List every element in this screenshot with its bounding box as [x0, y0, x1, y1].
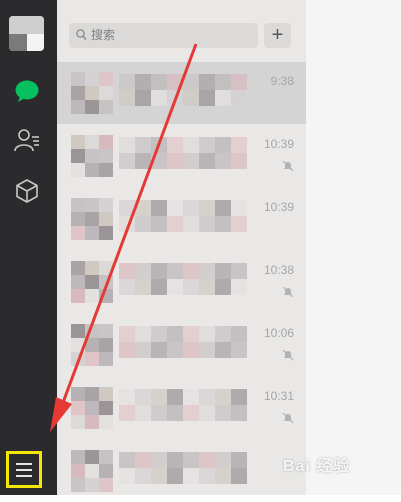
chat-icon[interactable]	[13, 77, 41, 105]
search-input[interactable]: 搜索	[69, 23, 258, 48]
chat-time: 10:31	[263, 389, 294, 403]
chat-row[interactable]: 10:39	[57, 188, 306, 250]
watermark: Bai 经验	[283, 458, 351, 475]
chat-avatar	[71, 324, 113, 366]
mute-bell-icon	[282, 412, 294, 424]
chat-avatar	[71, 450, 113, 492]
chat-list-pane: 搜索 + 9:38 10:39 10:39 10:38 10:06 10:31	[57, 0, 306, 495]
chat-time: 10:39	[263, 137, 294, 151]
chat-content-pane	[306, 0, 401, 495]
chat-row[interactable]: 9:38	[57, 62, 306, 124]
chat-preview-blur	[119, 74, 249, 110]
favorites-icon[interactable]	[13, 177, 41, 205]
mute-bell-icon	[282, 349, 294, 361]
chat-time: 10:39	[263, 200, 294, 214]
chat-preview-blur	[119, 326, 249, 362]
contacts-icon[interactable]	[13, 126, 41, 154]
chat-row[interactable]: 10:38	[57, 251, 306, 313]
menu-button[interactable]	[6, 451, 42, 488]
chat-avatar	[71, 135, 113, 177]
chat-time: 10:06	[263, 326, 294, 340]
chat-row[interactable]	[57, 440, 306, 502]
mute-bell-icon	[282, 286, 294, 298]
chat-row[interactable]: 10:39	[57, 125, 306, 187]
sidebar	[0, 0, 57, 495]
chat-time: 10:38	[263, 263, 294, 277]
search-icon	[76, 29, 87, 40]
chat-row[interactable]: 10:31	[57, 377, 306, 439]
chat-time: 9:38	[270, 74, 294, 88]
chat-preview-blur	[119, 137, 249, 173]
chat-preview-blur	[119, 263, 249, 299]
mute-bell-icon	[282, 160, 294, 172]
add-chat-button[interactable]: +	[264, 23, 291, 48]
chat-preview-blur	[119, 200, 249, 236]
chat-preview-blur	[119, 389, 249, 425]
chat-avatar	[71, 198, 113, 240]
chat-avatar	[71, 72, 113, 114]
search-placeholder: 搜索	[91, 28, 116, 42]
chat-avatar	[71, 261, 113, 303]
chat-avatar	[71, 387, 113, 429]
chat-row[interactable]: 10:06	[57, 314, 306, 376]
chat-preview-blur	[119, 452, 249, 488]
avatar[interactable]	[9, 16, 44, 51]
